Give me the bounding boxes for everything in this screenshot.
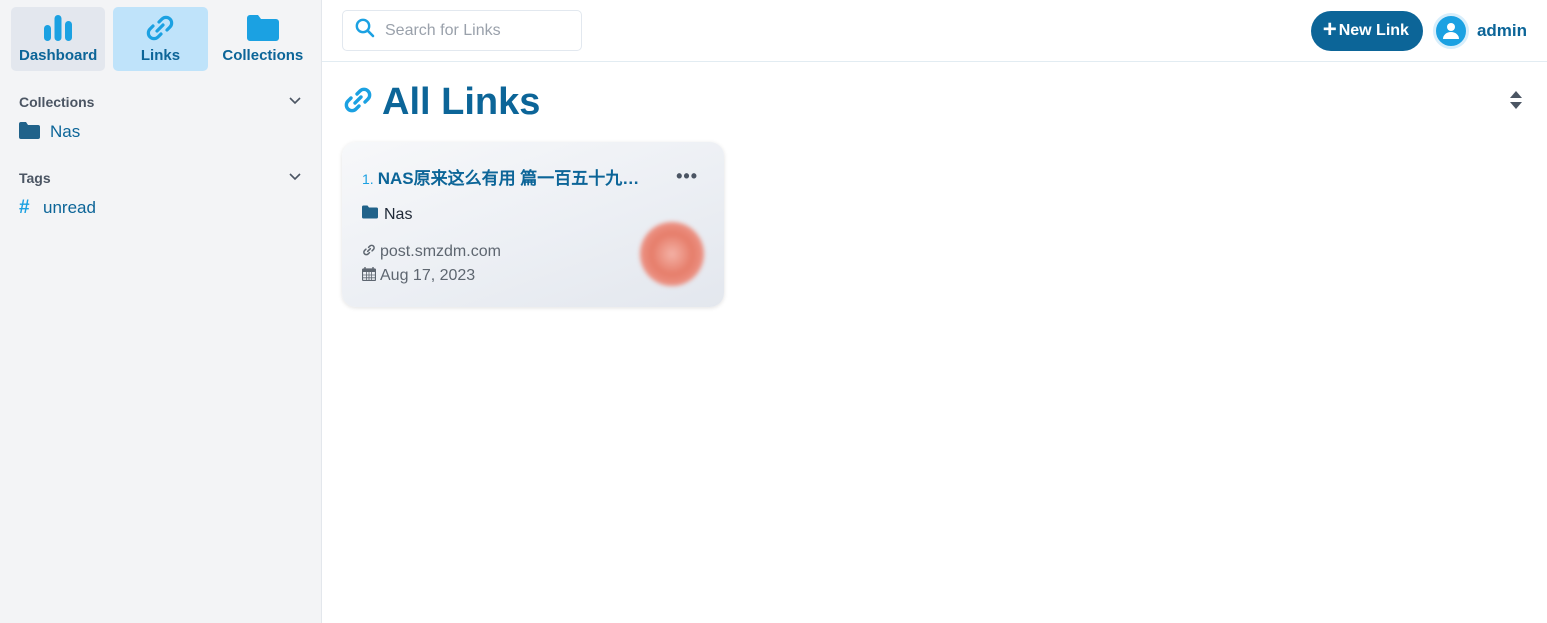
link-card-collection[interactable]: Nas xyxy=(362,205,704,224)
nav-dashboard-button[interactable]: Dashboard xyxy=(11,7,106,71)
chart-bars-icon xyxy=(43,14,73,41)
link-card-title-row: 1. NAS原来这么有用 篇一百五十九… ••• xyxy=(362,164,704,189)
collections-section: Collections Nas xyxy=(11,93,310,147)
nav-collections-label: Collections xyxy=(222,47,304,64)
nav-links-button[interactable]: Links xyxy=(113,7,208,71)
app-root: Dashboard Links Collections Collections xyxy=(0,0,1547,623)
search-input[interactable] xyxy=(385,21,565,40)
plus-icon: + xyxy=(1322,15,1337,43)
chevron-down-icon[interactable] xyxy=(288,169,302,187)
folder-icon xyxy=(19,121,40,144)
search-box[interactable] xyxy=(342,10,582,51)
link-card-index: 1. xyxy=(362,171,374,187)
page-title-group: All Links xyxy=(342,81,540,124)
top-bar-actions: + New Link admin xyxy=(1310,10,1527,51)
sidebar-item-tag-unread[interactable]: # unread xyxy=(11,193,310,223)
tags-section-header[interactable]: Tags xyxy=(11,169,310,187)
chevron-down-icon[interactable] xyxy=(288,93,302,111)
collections-section-header[interactable]: Collections xyxy=(11,93,310,111)
link-card-favicon xyxy=(640,222,704,286)
link-icon xyxy=(342,87,374,118)
sidebar-item-label: unread xyxy=(43,198,96,217)
page-header: All Links xyxy=(322,62,1547,124)
sidebar: Dashboard Links Collections Collections xyxy=(0,0,322,623)
link-icon xyxy=(144,15,176,41)
new-link-button[interactable]: + New Link xyxy=(1310,10,1423,51)
main-content: + New Link admin All Links xyxy=(322,0,1547,623)
more-options-icon[interactable]: ••• xyxy=(676,166,698,187)
top-bar: + New Link admin xyxy=(322,0,1547,62)
nav-collections-button[interactable]: Collections xyxy=(216,7,310,71)
sort-icon[interactable] xyxy=(1509,90,1523,115)
link-icon xyxy=(362,243,376,261)
link-card-collection-label: Nas xyxy=(384,205,413,223)
nav-links-label: Links xyxy=(140,46,181,64)
link-card-domain: post.smzdm.com xyxy=(380,243,501,260)
user-name: admin xyxy=(1476,20,1527,40)
nav-dashboard-label: Dashboard xyxy=(18,46,98,64)
hash-icon: # xyxy=(19,197,30,218)
user-menu[interactable]: admin xyxy=(1432,12,1527,49)
link-card-title[interactable]: 1. NAS原来这么有用 篇一百五十九… xyxy=(362,164,652,189)
tags-section-title: Tags xyxy=(19,170,51,186)
sidebar-item-collection-nas[interactable]: Nas xyxy=(11,117,310,147)
sidebar-top-nav: Dashboard Links Collections xyxy=(11,7,310,71)
folder-icon xyxy=(246,14,279,41)
tags-section: Tags # unread xyxy=(11,169,310,223)
calendar-icon xyxy=(361,266,377,286)
link-card-date: Aug 17, 2023 xyxy=(380,267,476,284)
page-title: All Links xyxy=(382,80,541,123)
new-link-label: New Link xyxy=(1338,21,1409,39)
folder-icon xyxy=(362,205,378,224)
user-avatar-icon xyxy=(1432,12,1469,49)
collections-section-title: Collections xyxy=(19,94,95,110)
search-icon xyxy=(355,18,375,43)
sidebar-item-label: Nas xyxy=(50,122,81,141)
link-card-title-text: NAS原来这么有用 篇一百五十九… xyxy=(377,169,640,188)
link-card[interactable]: 1. NAS原来这么有用 篇一百五十九… ••• Nas post.smzdm.c… xyxy=(342,142,724,307)
